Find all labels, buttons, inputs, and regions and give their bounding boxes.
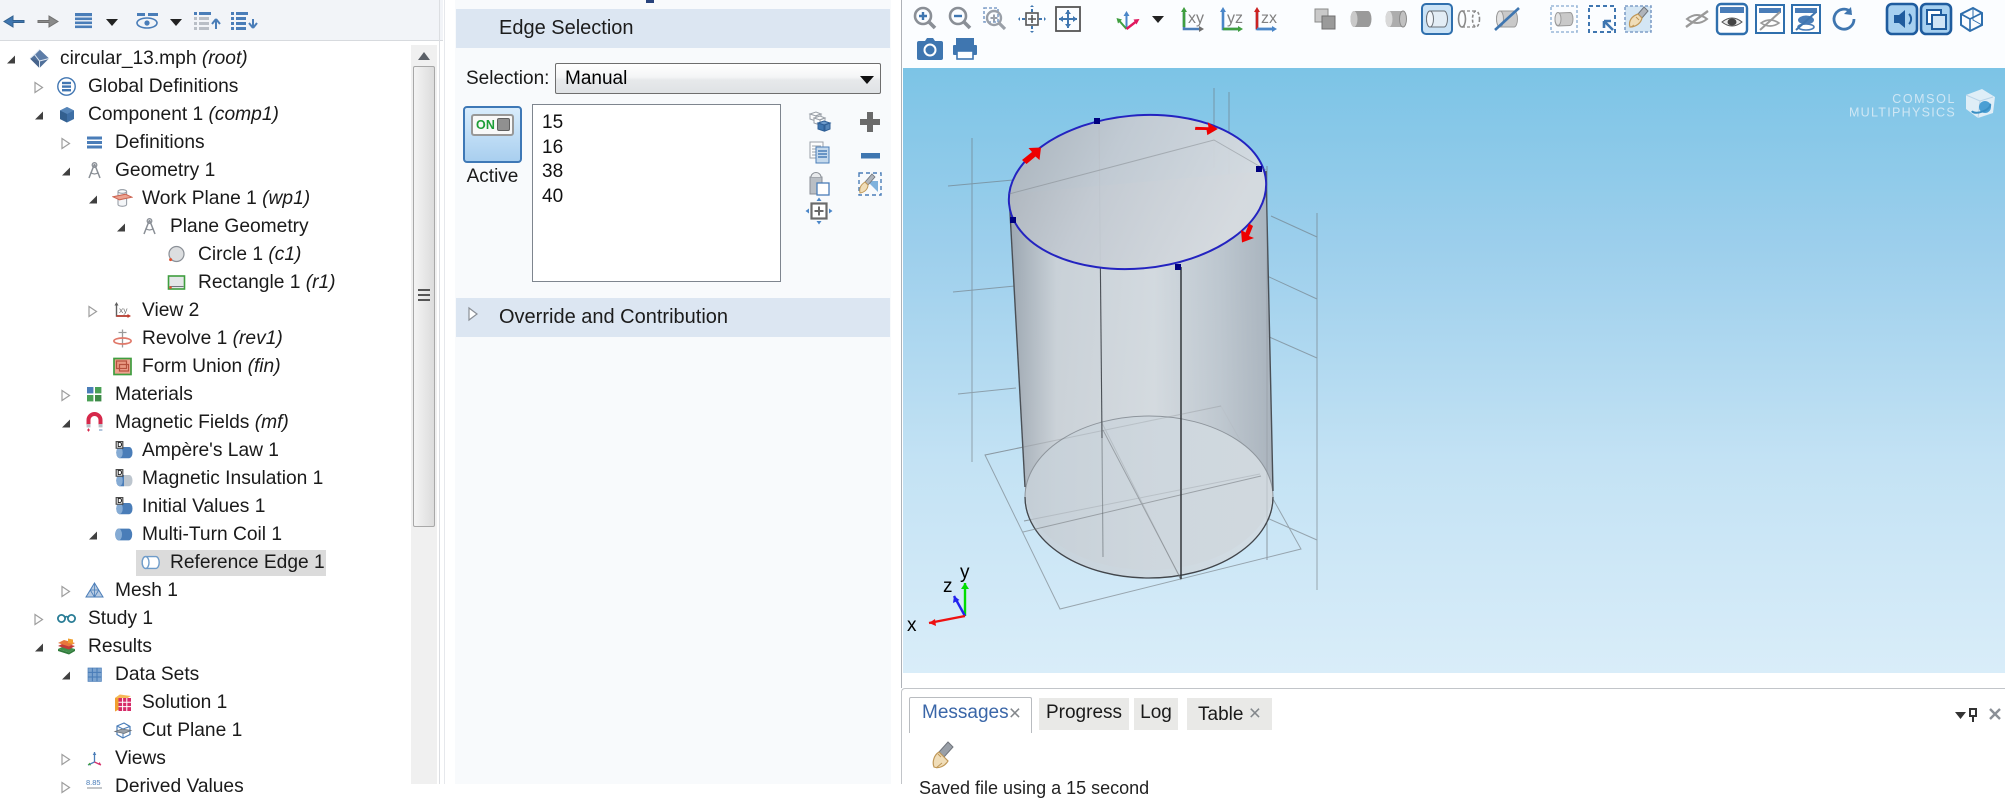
- svg-text:MULTIPHYSICS: MULTIPHYSICS: [1849, 106, 1956, 120]
- svg-text:zx: zx: [1261, 10, 1277, 27]
- svg-text:z: z: [943, 576, 953, 597]
- svg-text:x: x: [907, 615, 917, 636]
- svg-text:COMSOL: COMSOL: [1892, 92, 1956, 106]
- svg-text:xy: xy: [1188, 10, 1204, 27]
- svg-text:yz: yz: [1227, 10, 1243, 27]
- svg-text:y: y: [960, 562, 970, 583]
